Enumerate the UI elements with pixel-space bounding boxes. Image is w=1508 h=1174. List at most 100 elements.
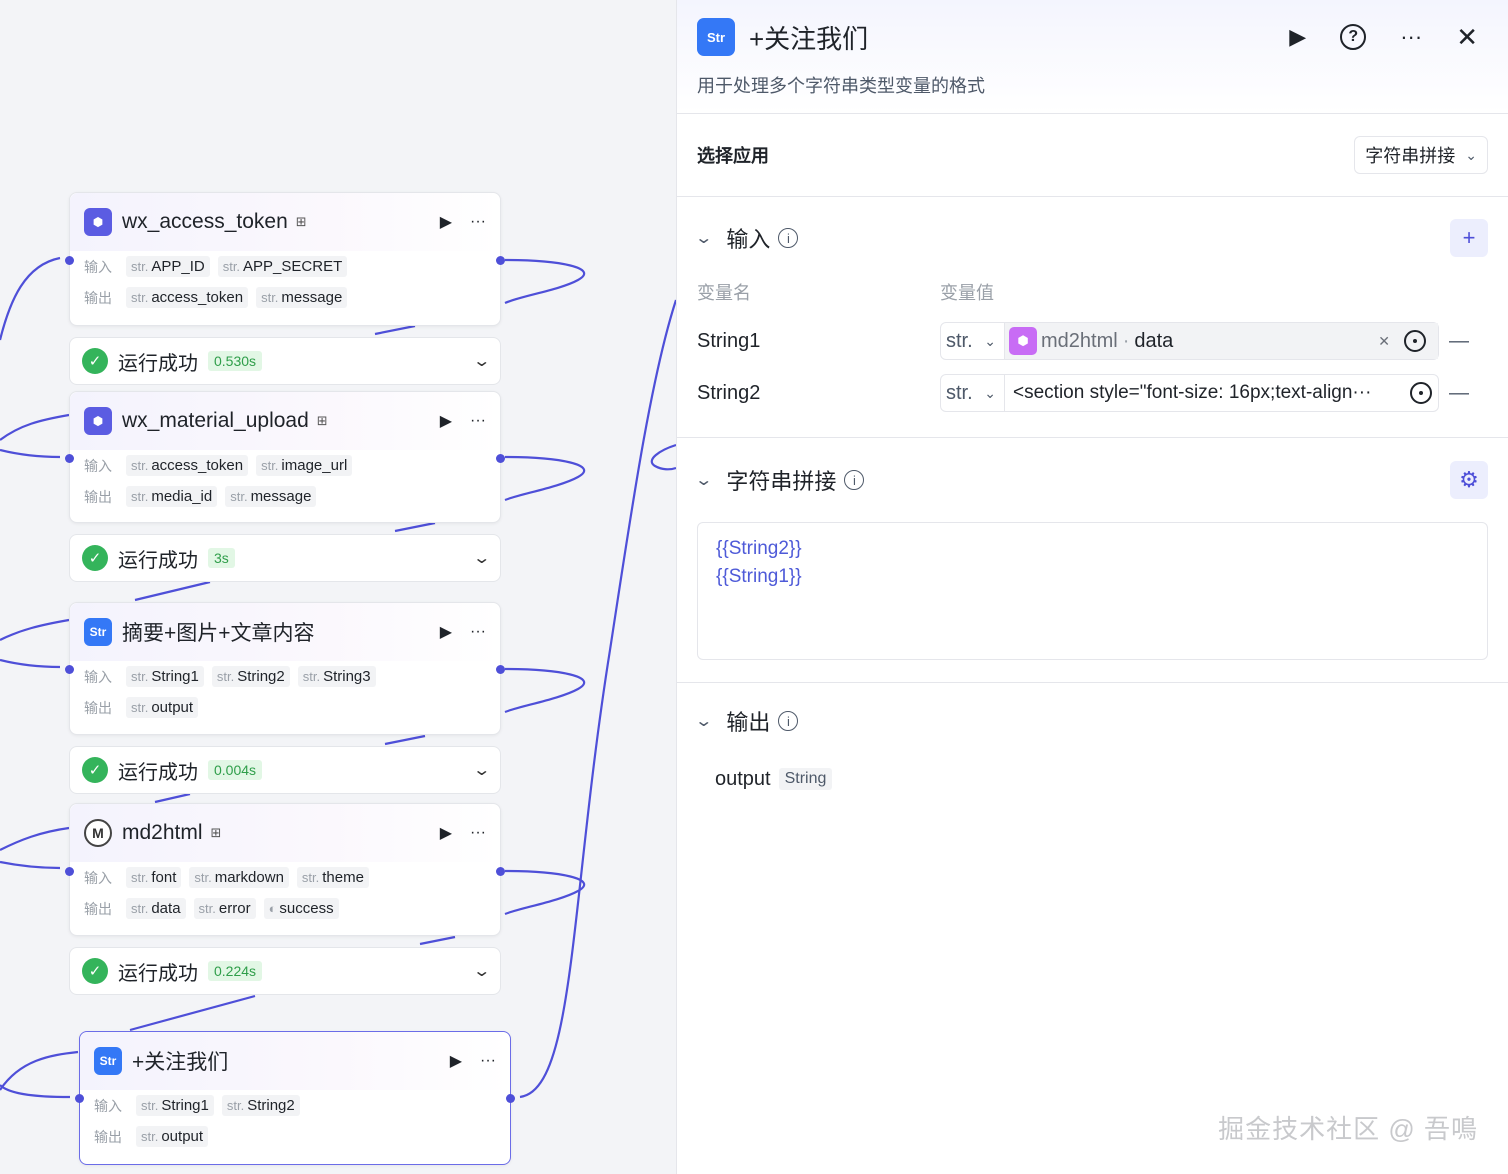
output-port[interactable] xyxy=(496,454,505,463)
help-icon[interactable]: ? xyxy=(1340,24,1367,50)
node-md2html[interactable]: M md2html ⊞ ▶ ··· 输入 str. font str. markdo… xyxy=(65,803,505,936)
panel-title[interactable]: +关注我们 xyxy=(749,19,868,56)
more-icon[interactable]: ··· xyxy=(470,824,486,842)
input-port[interactable] xyxy=(65,256,74,265)
type-select[interactable]: str. ⌄ xyxy=(941,323,1005,359)
output-port[interactable] xyxy=(506,1094,515,1103)
add-variable-button[interactable]: + xyxy=(1450,219,1488,257)
status-text: 运行成功 xyxy=(118,352,198,375)
more-icon[interactable]: ··· xyxy=(470,623,486,641)
remove-variable-button[interactable]: — xyxy=(1439,382,1469,405)
variable-name[interactable]: String2 xyxy=(697,382,940,405)
clear-icon[interactable]: ✕ xyxy=(1378,333,1390,350)
duration-badge: 3s xyxy=(208,548,235,568)
run-status[interactable]: ✓ 运行成功 0.530s ⌄ xyxy=(69,337,501,385)
close-icon[interactable]: ✕ xyxy=(1456,22,1478,53)
chevron-down-icon[interactable]: ⌄ xyxy=(694,470,713,490)
chevron-down-icon[interactable]: ⌄ xyxy=(472,760,491,780)
reference-field: data xyxy=(1134,329,1174,352)
select-app-value: 字符串拼接 xyxy=(1365,146,1456,166)
section-title: 输出 xyxy=(726,710,771,735)
output-chip: str. data xyxy=(126,898,186,919)
output-port[interactable] xyxy=(496,665,505,674)
reference-separator: · xyxy=(1122,329,1130,352)
run-status[interactable]: ✓ 运行成功 0.224s ⌄ xyxy=(69,947,501,995)
input-port[interactable] xyxy=(65,454,74,463)
input-chip: str. String3 xyxy=(297,666,376,687)
node-follow-us[interactable]: Str +关注我们 ▶ ··· 输入 str. String1 str. Strin… xyxy=(75,1031,515,1165)
run-icon[interactable]: ▶ xyxy=(440,823,452,843)
reference-picker-icon[interactable] xyxy=(1404,330,1426,352)
node-title: wx_material_upload xyxy=(122,409,309,432)
inputs-label: 输入 xyxy=(94,1097,122,1114)
input-chip: str. markdown xyxy=(189,867,289,888)
node-wx-access-token[interactable]: ⬢ wx_access_token ⊞ ▶ ··· 输入 str. APP_ID … xyxy=(65,192,505,326)
input-chip: str. String1 xyxy=(126,666,204,687)
settings-gear-icon[interactable]: ⚙ xyxy=(1450,461,1488,499)
variable-text-value[interactable]: <section style="font-size: 16px;text-ali… xyxy=(1005,375,1410,411)
info-icon[interactable]: i xyxy=(778,711,799,731)
reference-picker-icon[interactable] xyxy=(1410,382,1432,404)
more-icon[interactable]: ··· xyxy=(470,412,486,430)
variable-value-field[interactable]: str. ⌄ <section style="font-size: 16px;te… xyxy=(940,374,1439,412)
duration-badge: 0.530s xyxy=(208,351,263,371)
variable-row: String2 str. ⌄ <section style="font-size:… xyxy=(697,367,1488,419)
remove-variable-button[interactable]: — xyxy=(1439,330,1469,353)
select-app-dropdown[interactable]: 字符串拼接 ⌄ xyxy=(1354,136,1488,174)
variable-name[interactable]: String1 xyxy=(697,330,940,353)
panel-header: Str +关注我们 ▶ ? ··· ✕ 用于处理多个字符串类型变量的格式 xyxy=(677,0,1508,114)
info-icon[interactable]: i xyxy=(778,228,799,248)
node-inputs: 输入 str. String1 str. String2 xyxy=(80,1090,510,1121)
success-check-icon: ✓ xyxy=(82,348,108,374)
chevron-down-icon[interactable]: ⌄ xyxy=(694,711,713,731)
run-icon[interactable]: ▶ xyxy=(440,212,452,232)
run-icon[interactable]: ▶ xyxy=(450,1051,462,1071)
md-icon: M xyxy=(84,819,112,847)
outputs-label: 输出 xyxy=(84,900,112,917)
chevron-down-icon[interactable]: ⌄ xyxy=(472,351,491,371)
run-icon[interactable]: ▶ xyxy=(440,622,452,642)
info-icon[interactable]: i xyxy=(844,470,865,490)
run-icon[interactable]: ▶ xyxy=(440,411,452,431)
panel-description: 用于处理多个字符串类型变量的格式 xyxy=(697,76,985,96)
output-chip: str. output xyxy=(126,697,199,718)
section-title: 输入 xyxy=(726,227,771,252)
node-outputs: 输出 str. media_id str. message xyxy=(70,481,500,512)
chevron-down-icon: ⌄ xyxy=(1465,146,1477,163)
chevron-down-icon[interactable]: ⌄ xyxy=(472,548,491,568)
run-status[interactable]: ✓ 运行成功 0.004s ⌄ xyxy=(69,746,501,794)
input-chip: str. String2 xyxy=(221,1095,300,1116)
outputs-label: 输出 xyxy=(84,488,112,505)
run-status[interactable]: ✓ 运行成功 3s ⌄ xyxy=(69,534,501,582)
input-section: ⌄ 输入 i + 变量名 变量值 String1 str. ⌄ ⬢ md2html… xyxy=(677,197,1508,438)
more-icon[interactable]: ··· xyxy=(470,213,486,231)
input-chip: str. String2 xyxy=(211,666,290,687)
workflow-canvas[interactable]: ⬢ wx_access_token ⊞ ▶ ··· 输入 str. APP_ID … xyxy=(0,0,676,1174)
node-title: md2html xyxy=(122,821,203,844)
output-type-badge: String xyxy=(778,768,833,790)
output-chip: str. media_id xyxy=(126,486,218,507)
input-port[interactable] xyxy=(75,1094,84,1103)
variable-value-field[interactable]: str. ⌄ ⬢ md2html · data ✕ xyxy=(940,322,1439,360)
chevron-down-icon[interactable]: ⌄ xyxy=(472,961,491,981)
input-port[interactable] xyxy=(65,665,74,674)
chevron-down-icon[interactable]: ⌄ xyxy=(694,228,713,248)
run-icon[interactable]: ▶ xyxy=(1289,24,1306,50)
node-title: +关注我们 xyxy=(132,1051,229,1074)
output-name: output xyxy=(715,767,771,790)
output-port[interactable] xyxy=(496,867,505,876)
node-inputs: 输入 str. String1 str. String2 str. String3 xyxy=(70,661,500,692)
more-icon[interactable]: ··· xyxy=(480,1052,496,1070)
template-line: {{String2}} xyxy=(716,538,802,559)
type-select[interactable]: str. ⌄ xyxy=(941,375,1005,411)
col-header-name: 变量名 xyxy=(697,283,751,303)
more-icon[interactable]: ··· xyxy=(1400,24,1422,50)
variable-reference[interactable]: ⬢ md2html · data ✕ xyxy=(1005,323,1438,359)
input-port[interactable] xyxy=(65,867,74,876)
template-editor[interactable]: {{String2}} {{String1}} xyxy=(697,522,1488,660)
output-port[interactable] xyxy=(496,256,505,265)
input-chip: str. theme xyxy=(296,867,369,888)
input-chip: str. access_token xyxy=(126,455,249,476)
node-wx-material-upload[interactable]: ⬢ wx_material_upload ⊞ ▶ ··· 输入 str. acce… xyxy=(65,391,505,523)
node-summary-image-content[interactable]: Str 摘要+图片+文章内容 ▶ ··· 输入 str. String1 str.… xyxy=(65,602,505,735)
